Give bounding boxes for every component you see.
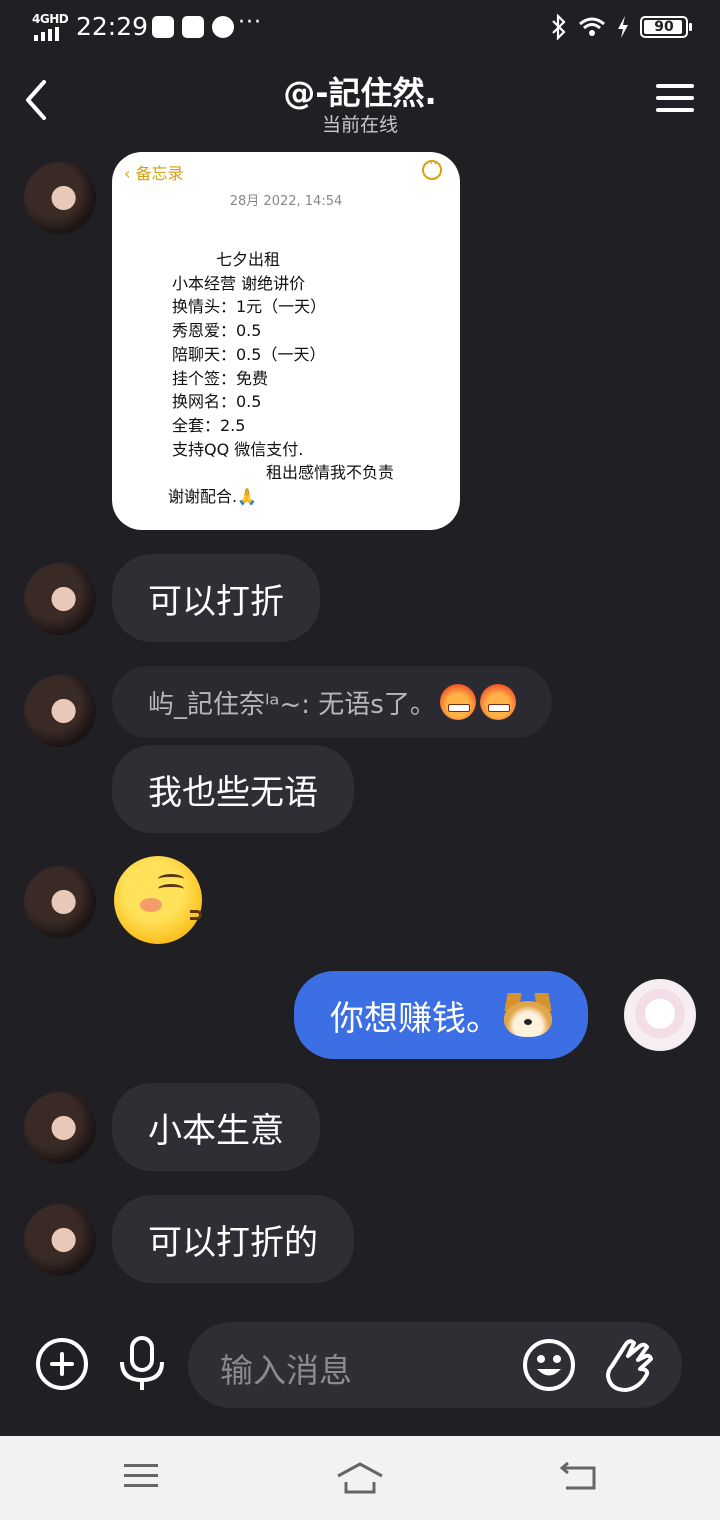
message-text: 可以打折的	[148, 1222, 318, 1263]
memo-line: 谢谢配合.🙏	[168, 487, 258, 507]
message-bubble[interactable]: 小本生意	[112, 1083, 320, 1171]
clock: 22:29	[76, 12, 149, 41]
memo-line: 挂个签：免费	[172, 368, 269, 388]
memo-line: 陪聊天：0.5（一天）	[172, 344, 326, 364]
memo-line: 七夕出租	[216, 250, 281, 269]
quoted-reply[interactable]: 屿_記住奈ˡᵃ~: 无语s了。	[112, 666, 552, 738]
bluetooth-icon	[552, 14, 566, 40]
memo-date: 28月 2022, 14:54	[229, 194, 343, 209]
message-text: 小本生意	[148, 1110, 284, 1151]
memo-back-label: 备忘录	[135, 164, 184, 183]
avatar[interactable]	[24, 1204, 96, 1276]
memo-line: 秀恩爱：0.5	[172, 321, 262, 341]
wifi-icon	[579, 17, 605, 36]
input-bar: 输入消息	[0, 1318, 720, 1412]
avatar[interactable]	[24, 563, 96, 635]
memo-text: 七夕出租 小本经营 谢绝讲价 换情头：1元（一天） 秀恩爱：0.5 陪聊天：0.…	[168, 248, 395, 509]
doge-emoji-icon	[504, 993, 552, 1037]
message-text: 我也些无语	[148, 772, 318, 813]
signal-icon	[34, 27, 59, 41]
message-notification-icon	[152, 16, 174, 38]
message-bubble[interactable]: 可以打折的	[112, 1195, 354, 1283]
hamburger-menu-icon[interactable]	[656, 82, 694, 114]
more-notifications-icon: ···	[238, 10, 262, 35]
avatar[interactable]	[24, 866, 96, 938]
kissing-face-emoji-icon[interactable]	[114, 856, 202, 944]
recent-apps-icon[interactable]	[124, 1462, 158, 1490]
charging-icon	[618, 16, 628, 38]
avatar[interactable]	[24, 162, 96, 234]
microphone-icon[interactable]	[116, 1336, 168, 1392]
app-notification-icon	[212, 16, 234, 38]
smiley-icon[interactable]	[522, 1338, 576, 1392]
message-input[interactable]: 输入消息	[188, 1322, 682, 1408]
more-icon	[422, 157, 442, 180]
chevron-left-icon: ‹	[124, 164, 136, 183]
angry-face-icon	[439, 684, 476, 720]
back-nav-icon[interactable]	[560, 1462, 598, 1492]
status-bar: 4GHD 22:29 ··· 90	[0, 0, 720, 58]
angry-face-icon	[479, 684, 516, 720]
contact-name: @-記住然.	[283, 74, 437, 112]
memo-line: 小本经营 谢绝讲价	[172, 273, 306, 293]
plus-circle-icon[interactable]	[36, 1338, 88, 1390]
message-text: 你想赚钱。	[330, 998, 500, 1039]
battery-icon: 90	[640, 16, 692, 38]
memo-line: 支持QQ 微信支付.	[172, 439, 304, 459]
avatar[interactable]	[24, 1092, 96, 1164]
message-bubble[interactable]: 可以打折	[112, 554, 320, 642]
message-text: 可以打折	[148, 581, 284, 622]
system-nav-bar	[0, 1436, 720, 1520]
input-placeholder: 输入消息	[220, 1351, 352, 1390]
memo-line: 换网名：0.5	[172, 392, 262, 412]
poke-hand-icon[interactable]	[602, 1336, 656, 1394]
my-message-bubble[interactable]: 你想赚钱。	[294, 971, 588, 1059]
my-avatar[interactable]	[624, 979, 696, 1051]
tiktok-notification-icon	[182, 16, 204, 38]
quote-text: 屿_記住奈ˡᵃ~: 无语s了。	[148, 689, 436, 720]
message-bubble[interactable]: 我也些无语	[112, 745, 354, 833]
memo-line: 全套：2.5	[172, 415, 246, 435]
chat-header: @-記住然. 当前在线	[0, 60, 720, 150]
memo-line: 换情头：1元（一天）	[172, 297, 327, 317]
memo-line: 租出感情我不负责	[266, 463, 395, 483]
home-icon[interactable]	[336, 1462, 384, 1494]
network-type: 4GHD	[32, 12, 69, 26]
avatar[interactable]	[24, 675, 96, 747]
online-status: 当前在线	[321, 114, 398, 136]
memo-image-message[interactable]: ‹ 备忘录 28月 2022, 14:54 七夕出租 小本经营 谢绝讲价 换情头…	[112, 152, 460, 530]
